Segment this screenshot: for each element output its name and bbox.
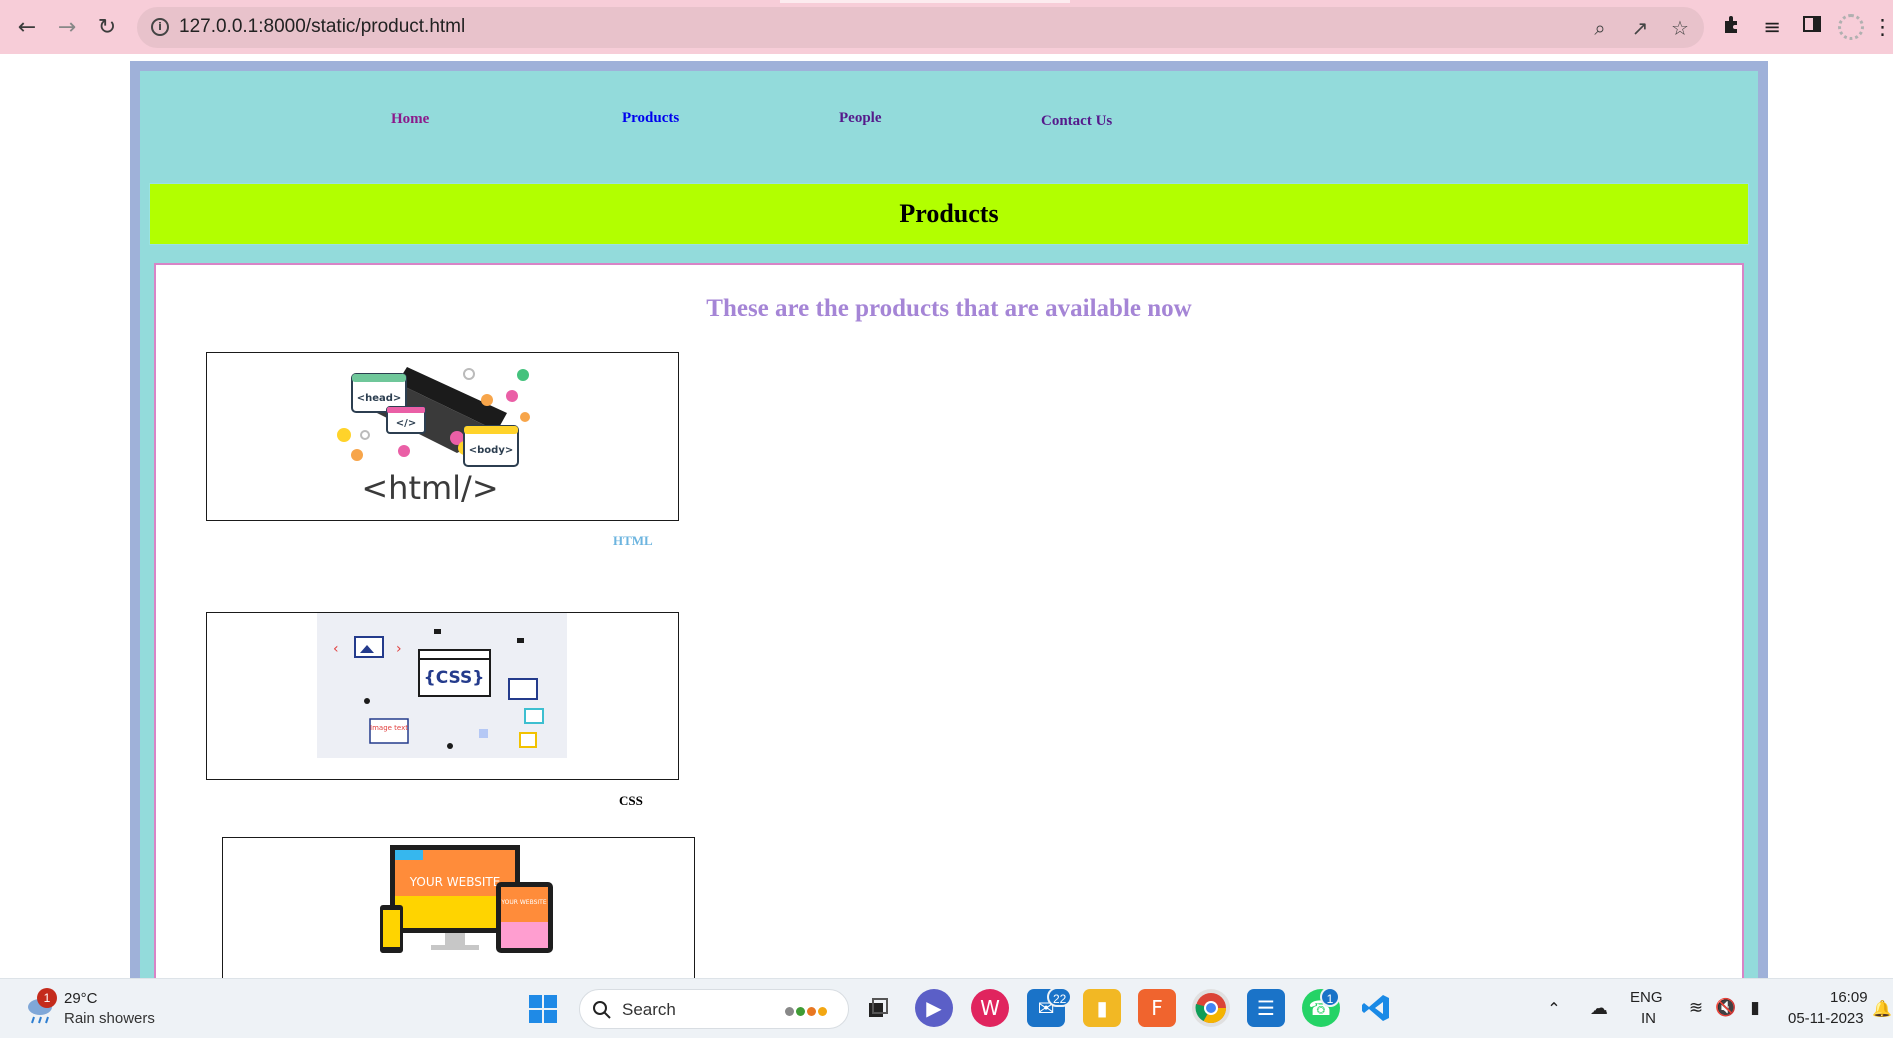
bookmark-star-icon[interactable]: ☆ — [1667, 15, 1693, 41]
nav-home-link[interactable]: Home — [391, 111, 429, 128]
css-illustration: ‹ › {CSS} Image text — [317, 613, 567, 758]
html-tag-body: <body> — [469, 445, 513, 456]
chrome-icon[interactable] — [1192, 989, 1230, 1027]
teams-chat-icon[interactable]: ▶ — [915, 989, 953, 1027]
profile-avatar[interactable] — [1838, 14, 1864, 40]
responsive-illustration: YOUR WEBSITE YOUR WEBSITE — [380, 845, 553, 953]
products-banner: Products — [149, 183, 1749, 245]
html-tag-head: <head> — [357, 393, 402, 404]
notification-bell-icon[interactable]: 🔔 — [1872, 989, 1892, 1027]
menu-icon[interactable]: ⋮ — [1872, 13, 1893, 41]
page-body: Home Products People Contact Us Products… — [140, 71, 1758, 978]
svg-text:‹: ‹ — [333, 641, 339, 657]
battery-icon[interactable]: ▮ — [1742, 989, 1768, 1027]
tab-strip-edge — [780, 0, 1070, 3]
product-label-html: HTML — [613, 533, 653, 548]
wifi-icon[interactable]: ≋ — [1683, 989, 1709, 1027]
side-panel-icon[interactable] — [1798, 13, 1826, 41]
taskbar-search[interactable]: Search — [579, 989, 849, 1029]
back-icon[interactable]: ← — [13, 13, 41, 41]
content-heading: These are the products that are availabl… — [706, 295, 1192, 322]
weather-description[interactable]: Rain showers — [64, 1010, 155, 1027]
windows-logo-icon — [529, 995, 557, 1023]
product-label-css: CSS — [619, 793, 643, 808]
address-bar[interactable]: i 127.0.0.1:8000/static/product.html ⌕ ↗… — [137, 7, 1704, 48]
nav-people-link[interactable]: People — [839, 110, 882, 127]
zoom-icon[interactable]: ⌕ — [1587, 15, 1613, 41]
responsive-main-text: YOUR WEBSITE — [409, 875, 501, 889]
language-region[interactable]: IN — [1641, 1010, 1656, 1027]
share-icon[interactable]: ↗ — [1627, 15, 1653, 41]
vscode-icon[interactable] — [1357, 989, 1395, 1027]
file-explorer-icon[interactable]: ▮ — [1083, 989, 1121, 1027]
product-image-responsive[interactable]: YOUR WEBSITE YOUR WEBSITE — [222, 837, 695, 978]
product-image-css[interactable]: ‹ › {CSS} Image text — [206, 612, 679, 780]
reading-list-icon[interactable]: ≡ — [1758, 13, 1786, 41]
products-content: These are the products that are availabl… — [154, 263, 1744, 978]
start-button[interactable] — [528, 994, 558, 1024]
search-highlight-icon — [785, 1003, 840, 1017]
reload-icon[interactable]: ↻ — [93, 13, 121, 41]
clock-time[interactable]: 16:09 — [1830, 989, 1868, 1006]
page-viewport: Home Products People Contact Us Products… — [0, 54, 1893, 978]
url-text[interactable]: 127.0.0.1:8000/static/product.html — [179, 16, 465, 38]
nav-products-link[interactable]: Products — [622, 110, 679, 127]
html-illustration: <head> </> <body> <html/> — [337, 367, 530, 507]
whatsapp-badge: 1 — [1320, 987, 1340, 1007]
browser-toolbar: ← → ↻ i 127.0.0.1:8000/static/product.ht… — [0, 0, 1893, 54]
show-hidden-icons-icon[interactable]: ⌃ — [1542, 989, 1566, 1027]
product-image-html[interactable]: <head> </> <body> <html/> — [206, 352, 679, 521]
foxit-pdf-icon[interactable]: F — [1138, 989, 1176, 1027]
page-frame: Home Products People Contact Us Products… — [130, 61, 1768, 978]
taskbar: 1 29°C Rain showers Search ▶ W ✉ 22 ▮ F … — [0, 978, 1893, 1038]
volume-muted-icon[interactable]: 🔇 — [1713, 989, 1739, 1027]
notepad-icon[interactable]: ☰ — [1247, 989, 1285, 1027]
task-view-icon[interactable] — [859, 989, 897, 1027]
mail-badge: 22 — [1047, 987, 1073, 1007]
extensions-icon[interactable] — [1718, 13, 1746, 41]
responsive-small-text: YOUR WEBSITE — [500, 899, 547, 906]
search-icon — [593, 1001, 611, 1019]
clock-date[interactable]: 05-11-2023 — [1788, 1010, 1864, 1027]
site-info-icon[interactable]: i — [151, 18, 169, 36]
html-image-text: <html/> — [361, 469, 498, 507]
html-tag-code: </> — [396, 418, 416, 429]
wps-office-icon[interactable]: W — [971, 989, 1009, 1027]
banner-title: Products — [899, 199, 999, 228]
onedrive-icon[interactable]: ☁ — [1585, 989, 1613, 1027]
css-image-caption: Image text — [370, 724, 408, 732]
search-label: Search — [622, 1000, 676, 1019]
weather-badge: 1 — [37, 988, 57, 1008]
svg-text:›: › — [396, 641, 402, 657]
css-image-text: {CSS} — [424, 668, 485, 688]
weather-temperature[interactable]: 29°C — [64, 990, 98, 1007]
forward-icon[interactable]: → — [53, 13, 81, 41]
language-code[interactable]: ENG — [1630, 989, 1663, 1006]
nav-contact-link[interactable]: Contact Us — [1041, 113, 1112, 130]
